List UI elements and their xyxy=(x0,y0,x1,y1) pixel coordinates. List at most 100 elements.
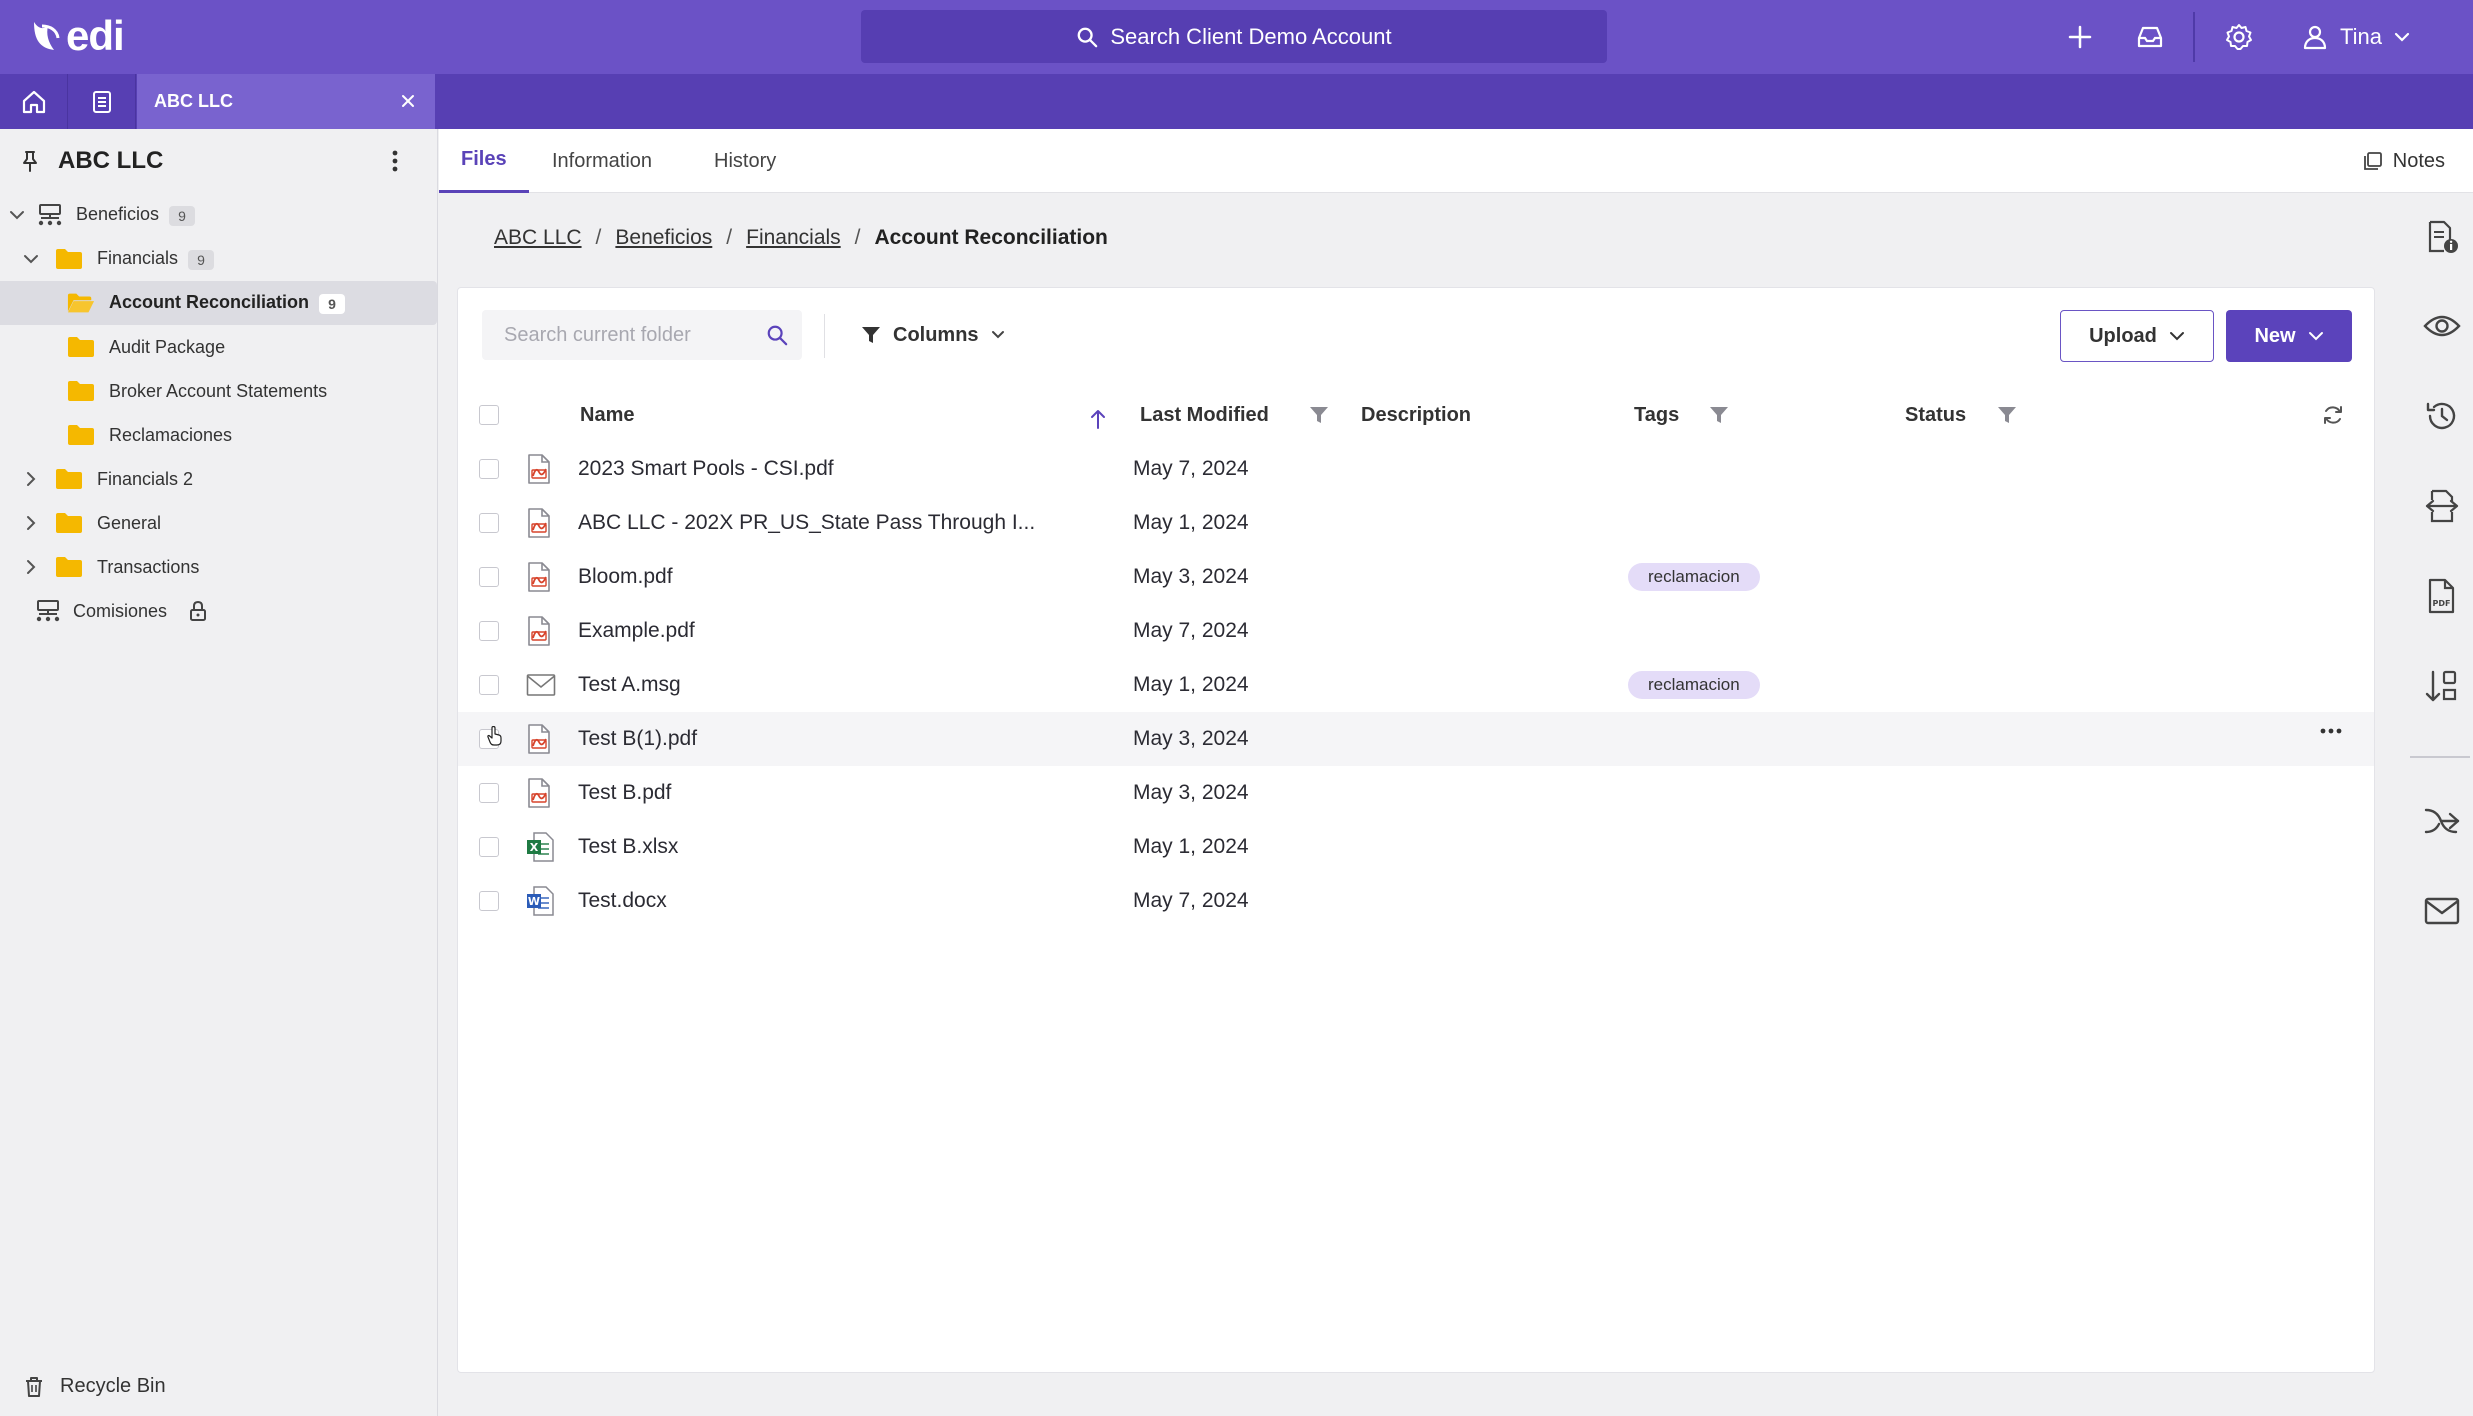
tag-chip[interactable]: reclamacion xyxy=(1628,550,1760,604)
row-checkbox[interactable] xyxy=(479,820,499,874)
recycle-bin-link[interactable]: Recycle Bin xyxy=(24,1375,166,1398)
chevron-down-icon[interactable] xyxy=(20,248,42,270)
svg-text:W: W xyxy=(528,895,540,908)
header-name[interactable]: Name xyxy=(580,388,634,442)
settings-button[interactable] xyxy=(2219,17,2259,57)
pin-icon[interactable] xyxy=(20,150,40,172)
filter-icon[interactable] xyxy=(1709,388,1729,442)
eye-icon[interactable] xyxy=(2422,306,2462,346)
breadcrumb-link[interactable]: Beneficios xyxy=(615,226,712,250)
table-row[interactable]: 2023 Smart Pools - CSI.pdf May 7, 2024 xyxy=(458,442,2374,496)
mail-icon[interactable] xyxy=(2422,891,2462,931)
notes-icon xyxy=(2363,152,2382,170)
tab-history[interactable]: History xyxy=(714,129,776,193)
row-more-button[interactable] xyxy=(2320,728,2342,734)
pdf-file-icon[interactable]: PDF xyxy=(2422,576,2462,616)
merge-arrow-icon[interactable] xyxy=(2422,801,2462,841)
header-description[interactable]: Description xyxy=(1361,388,1471,442)
tab-information[interactable]: Information xyxy=(552,129,652,193)
file-name[interactable]: Test.docx xyxy=(578,874,667,928)
table-row[interactable]: Example.pdf May 7, 2024 xyxy=(458,604,2374,658)
breadcrumb-link[interactable]: ABC LLC xyxy=(494,226,582,250)
tab-history-label: History xyxy=(714,149,777,172)
client-name: ABC LLC xyxy=(58,147,164,174)
global-search[interactable]: Search Client Demo Account xyxy=(861,10,1607,63)
tree-item-label: Financials 2 xyxy=(97,468,194,489)
table-row[interactable]: Test B.pdf May 3, 2024 xyxy=(458,766,2374,820)
client-menu-button[interactable] xyxy=(383,149,407,173)
tab-files-label: Files xyxy=(461,148,507,170)
app-logo[interactable]: edi xyxy=(30,14,125,58)
tree-item-financials[interactable]: Financials 9 xyxy=(0,237,437,281)
file-name[interactable]: Test B.pdf xyxy=(578,766,671,820)
tree-item-general[interactable]: General xyxy=(0,501,437,545)
sort-ascending-icon[interactable] xyxy=(1090,392,1106,446)
table-row[interactable]: W Test.docx May 7, 2024 xyxy=(458,874,2374,928)
refresh-button[interactable] xyxy=(2322,388,2344,442)
file-name[interactable]: Test A.msg xyxy=(578,658,681,712)
tree-item-beneficios[interactable]: Beneficios 9 xyxy=(0,193,437,237)
tab-files[interactable]: Files xyxy=(439,129,529,193)
breadcrumb-link[interactable]: Financials xyxy=(746,226,841,250)
upload-button[interactable]: Upload xyxy=(2060,310,2214,362)
header-description-label: Description xyxy=(1361,403,1472,426)
table-header: Name Last Modified Description Tags Stat… xyxy=(458,388,2374,442)
chevron-right-icon[interactable] xyxy=(20,468,42,490)
row-checkbox[interactable] xyxy=(479,658,499,712)
table-row[interactable]: X Test B.xlsx May 1, 2024 xyxy=(458,820,2374,874)
filter-icon[interactable] xyxy=(1997,388,2017,442)
tag-chip[interactable]: reclamacion xyxy=(1628,658,1760,712)
file-name[interactable]: Example.pdf xyxy=(578,604,695,658)
history-icon[interactable] xyxy=(2422,396,2462,436)
tree-item-transactions[interactable]: Transactions xyxy=(0,545,437,589)
chevron-right-icon[interactable] xyxy=(20,556,42,578)
tree-item-financials-2[interactable]: Financials 2 xyxy=(0,457,437,501)
filter-icon[interactable] xyxy=(1309,388,1329,442)
new-button[interactable]: New xyxy=(2226,310,2352,362)
tab-close-button[interactable] xyxy=(397,90,419,112)
row-checkbox[interactable] xyxy=(479,496,499,550)
add-button[interactable] xyxy=(2060,17,2100,57)
pdf-file-icon xyxy=(526,712,552,766)
file-name[interactable]: Test B.xlsx xyxy=(578,820,678,874)
file-name[interactable]: 2023 Smart Pools - CSI.pdf xyxy=(578,442,834,496)
table-row[interactable]: ABC LLC - 202X PR_US_State Pass Through … xyxy=(458,496,2374,550)
tab-abc-llc[interactable]: ABC LLC xyxy=(137,74,435,129)
table-row[interactable]: Test A.msg May 1, 2024 reclamacion xyxy=(458,658,2374,712)
sidebar: ABC LLC Beneficios 9 Financials 9 Account … xyxy=(0,129,438,1416)
header-name-label: Name xyxy=(580,403,635,426)
select-all-checkbox[interactable] xyxy=(479,388,499,442)
row-checkbox[interactable] xyxy=(479,550,499,604)
row-checkbox[interactable] xyxy=(479,442,499,496)
user-menu[interactable]: Tina xyxy=(2302,17,2410,57)
file-name[interactable]: ABC LLC - 202X PR_US_State Pass Through … xyxy=(578,496,1035,550)
file-modified: May 3, 2024 xyxy=(1133,727,1249,750)
columns-button[interactable]: Columns xyxy=(861,310,1005,360)
accounts-tab[interactable] xyxy=(68,74,136,129)
notes-button[interactable]: Notes xyxy=(2363,129,2445,193)
chevron-right-icon[interactable] xyxy=(20,512,42,534)
inbox-button[interactable] xyxy=(2130,17,2170,57)
file-info-icon[interactable] xyxy=(2422,217,2462,257)
file-transfer-icon[interactable] xyxy=(2422,486,2462,526)
tree-item-audit-package[interactable]: Audit Package xyxy=(0,325,437,369)
header-status[interactable]: Status xyxy=(1905,388,1966,442)
folder-search-input[interactable]: Search current folder xyxy=(482,310,802,360)
sort-tool-icon[interactable] xyxy=(2422,666,2462,706)
header-last-modified[interactable]: Last Modified xyxy=(1140,388,1269,442)
row-checkbox[interactable] xyxy=(479,766,499,820)
file-name[interactable]: Bloom.pdf xyxy=(578,550,673,604)
tree-item-broker-account-statements[interactable]: Broker Account Statements xyxy=(0,369,437,413)
lock-icon xyxy=(184,598,212,624)
tree-item-comisiones[interactable]: Comisiones xyxy=(0,589,437,633)
row-checkbox[interactable] xyxy=(479,604,499,658)
row-checkbox[interactable] xyxy=(479,874,499,928)
tree-item-reclamaciones[interactable]: Reclamaciones xyxy=(0,413,437,457)
table-row[interactable]: Bloom.pdf May 3, 2024 reclamacion xyxy=(458,550,2374,604)
table-row[interactable]: Test B(1).pdf May 3, 2024 xyxy=(458,712,2374,766)
header-tags[interactable]: Tags xyxy=(1634,388,1679,442)
tree-item-account-reconciliation[interactable]: Account Reconciliation 9 xyxy=(0,281,437,325)
home-tab[interactable] xyxy=(0,74,68,129)
file-name[interactable]: Test B(1).pdf xyxy=(578,712,697,766)
chevron-down-icon[interactable] xyxy=(6,204,28,226)
